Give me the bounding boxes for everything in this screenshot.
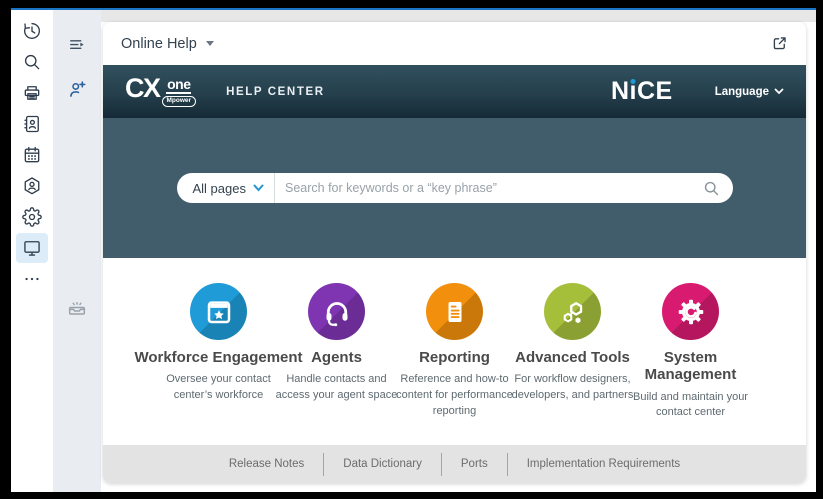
category-workforce-engagement[interactable]: Workforce Engagement Oversee your contac… (160, 283, 278, 445)
category-description: Build and maintain your contact center (623, 390, 759, 422)
category-system-management[interactable]: System Management Build and maintain you… (632, 283, 750, 445)
address-book-icon (22, 114, 42, 134)
category-title: Reporting (396, 349, 514, 366)
search-bar: All pages (177, 173, 733, 203)
sidebar-item-printer[interactable] (16, 78, 48, 108)
category-description: Handle contacts and access your agent sp… (269, 372, 405, 404)
nice-logo-n: N (611, 77, 630, 106)
panel-footer: Release Notes Data Dictionary Ports Impl… (103, 445, 806, 483)
primary-sidebar (11, 10, 53, 492)
page-background-strip (101, 10, 816, 22)
sidebar-item-history[interactable] (16, 16, 48, 46)
help-center-header: CX one Mpower HELP CENTER NıCE Language (103, 65, 806, 118)
sidebar-item-search[interactable] (16, 47, 48, 77)
monitor-icon (22, 238, 42, 258)
category-description: Oversee your contact center’s workforce (151, 372, 287, 404)
chevron-down-icon (774, 88, 784, 95)
sidebar-item-agent-profile[interactable] (16, 171, 48, 201)
external-link-icon (771, 35, 788, 52)
open-external-button[interactable] (771, 35, 788, 52)
agents-icon (308, 283, 365, 340)
sidebar-item-address-book[interactable] (16, 109, 48, 139)
category-advanced-tools[interactable]: Advanced Tools For workflow designers, d… (514, 283, 632, 445)
agent-profile-icon (22, 176, 42, 196)
sidebar-item-monitor[interactable] (16, 233, 48, 263)
sidebar-item-panel-list[interactable] (61, 30, 93, 60)
search-scope-value: All pages (193, 181, 246, 196)
nice-logo-i: ı (630, 77, 637, 106)
footer-link-implementation-requirements[interactable]: Implementation Requirements (508, 458, 699, 470)
search-icon (22, 52, 42, 72)
sidebar-item-add-contact[interactable] (61, 74, 93, 104)
footer-link-ports[interactable]: Ports (442, 458, 507, 470)
screen-frame: Online Help CX one Mpower (0, 0, 823, 499)
advanced-tools-icon (544, 283, 601, 340)
footer-link-data-dictionary[interactable]: Data Dictionary (324, 458, 441, 470)
sidebar-item-settings[interactable] (16, 202, 48, 232)
sidebar-item-inbox[interactable] (61, 293, 93, 323)
category-title: Agents (278, 349, 396, 366)
search-input[interactable] (275, 181, 703, 195)
add-contact-icon (67, 79, 88, 100)
panel-toolbar: Online Help (103, 22, 806, 65)
workforce-engagement-icon (190, 283, 247, 340)
page-title: Online Help (121, 36, 197, 52)
system-management-icon (662, 283, 719, 340)
cxone-logo-cx: CX (125, 76, 160, 102)
category-title: Workforce Engagement (160, 349, 278, 366)
secondary-sidebar (53, 10, 101, 492)
inbox-icon (66, 297, 88, 319)
search-scope-dropdown[interactable]: All pages (177, 181, 274, 196)
category-grid: Workforce Engagement Oversee your contac… (103, 258, 806, 445)
mpower-badge: Mpower (162, 96, 197, 107)
main-area: Online Help CX one Mpower (101, 10, 816, 492)
nice-logo-ce: CE (637, 77, 673, 106)
help-center-panel: Online Help CX one Mpower (103, 22, 806, 483)
category-title: System Management (632, 349, 750, 384)
sidebar-item-calendar[interactable] (16, 140, 48, 170)
gear-icon (22, 207, 42, 227)
category-agents[interactable]: Agents Handle contacts and access your a… (278, 283, 396, 445)
language-label: Language (715, 86, 769, 98)
language-dropdown[interactable]: Language (715, 86, 784, 98)
more-icon (22, 269, 42, 289)
category-description: For workflow designers, developers, and … (505, 372, 641, 404)
calendar-icon (22, 145, 42, 165)
category-description: Reference and how-to content for perform… (387, 372, 523, 420)
search-submit-button[interactable] (703, 180, 720, 197)
cxone-logo-one: one (166, 77, 191, 94)
panel-list-icon (67, 35, 87, 55)
chevron-down-icon (253, 184, 264, 192)
search-icon (703, 180, 720, 197)
search-banner: All pages (103, 118, 806, 258)
category-reporting[interactable]: Reporting Reference and how-to content f… (396, 283, 514, 445)
reporting-icon (426, 283, 483, 340)
nice-logo[interactable]: NıCE (611, 77, 673, 106)
footer-link-release-notes[interactable]: Release Notes (210, 458, 323, 470)
sidebar-item-more[interactable] (16, 264, 48, 294)
cxone-logo[interactable]: CX one Mpower (125, 76, 196, 107)
printer-icon (22, 83, 42, 103)
help-center-label: HELP CENTER (226, 86, 325, 98)
history-icon (22, 21, 42, 41)
chevron-down-icon[interactable] (206, 41, 214, 46)
category-title: Advanced Tools (514, 349, 632, 366)
